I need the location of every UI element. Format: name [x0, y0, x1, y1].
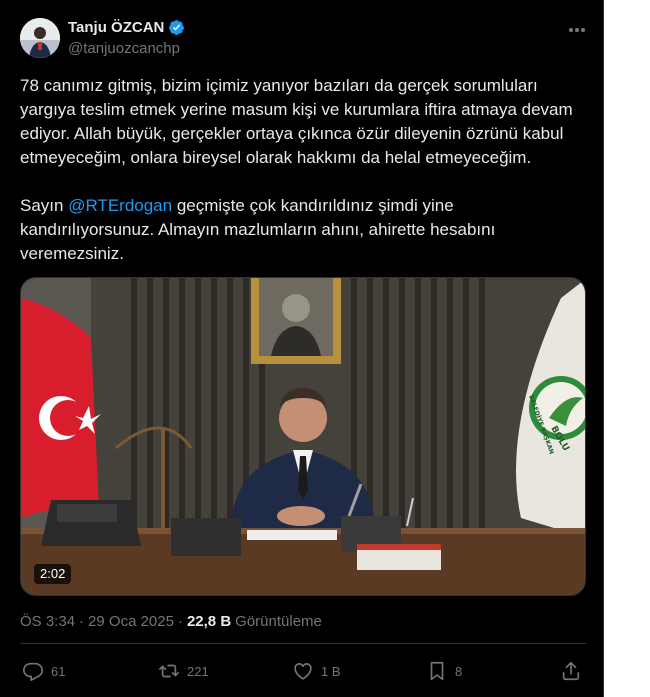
share-icon — [562, 661, 580, 681]
reply-count: 61 — [51, 663, 66, 679]
author-name[interactable]: Tanju ÖZCAN — [68, 19, 164, 36]
views-count: 22,8 B — [186, 613, 232, 630]
repost-count: 221 — [187, 663, 209, 679]
video-duration: 2:02 — [34, 564, 72, 584]
author-handle[interactable]: @tanjuozcanchp — [68, 40, 180, 57]
mention-link[interactable]: @RTErdogan — [68, 196, 172, 215]
like-count: 1 B — [321, 663, 341, 679]
tweet-p2-prefix: Sayın — [20, 196, 69, 215]
share-button[interactable] — [560, 660, 582, 682]
like-icon — [294, 663, 312, 680]
action-bar: 61 221 1 B 8 — [20, 660, 586, 684]
bookmark-icon — [430, 661, 444, 681]
reply-icon — [23, 662, 43, 681]
avatar[interactable] — [20, 18, 60, 58]
video-player[interactable]: BOLU BELEDİYE BAŞKAN — [20, 277, 586, 596]
reply-button[interactable]: 61 — [22, 660, 65, 682]
views-label: Görüntüleme — [235, 613, 322, 630]
tweet-text: 78 canımız gitmiş, bizim içimiz yanıyor … — [20, 74, 590, 266]
tweet-card: Tanju ÖZCAN @tanjuozcanchp 78 canımız gi… — [0, 0, 603, 697]
tweet-paragraph-2: Sayın @RTErdogan geçmişte çok kandırıldı… — [20, 194, 590, 266]
tweet-date[interactable]: 29 Oca 2025 — [88, 613, 174, 630]
divider — [20, 643, 586, 644]
verified-badge-icon — [169, 20, 185, 35]
repost-button[interactable]: 221 — [158, 660, 209, 682]
bookmark-button[interactable]: 8 — [426, 660, 462, 682]
video-frame: BOLU BELEDİYE BAŞKAN — [21, 278, 585, 595]
author-row: Tanju ÖZCAN — [68, 19, 185, 36]
meta-separator-2: · — [177, 613, 183, 630]
avatar-image — [20, 18, 60, 58]
tweet-meta: ÖS 3:34 · 29 Oca 2025 · 22,8 B Görüntüle… — [20, 613, 322, 630]
like-button[interactable]: 1 B — [292, 660, 341, 682]
meta-separator: · — [79, 613, 85, 630]
bookmark-count: 8 — [455, 663, 463, 679]
tweet-paragraph-1: 78 canımız gitmiş, bizim içimiz yanıyor … — [20, 76, 573, 167]
repost-icon — [159, 664, 179, 678]
tweet-time[interactable]: ÖS 3:34 — [20, 613, 75, 630]
more-options-icon[interactable] — [566, 20, 588, 40]
timeline-border — [603, 0, 604, 697]
